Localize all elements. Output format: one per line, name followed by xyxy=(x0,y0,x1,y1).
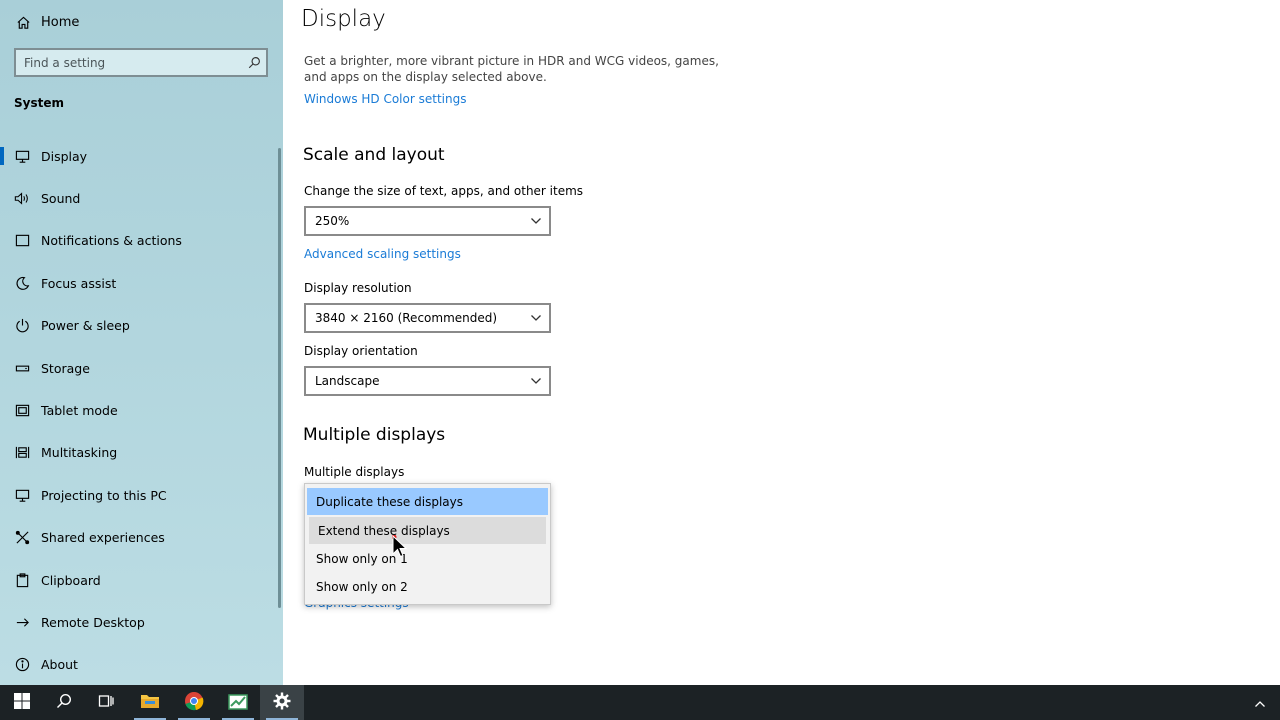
scale-dropdown[interactable]: 250% xyxy=(304,206,551,236)
sidebar-item-label: Notifications & actions xyxy=(41,232,182,248)
app-button[interactable] xyxy=(216,685,260,720)
resolution-value: 3840 × 2160 (Recommended) xyxy=(315,311,498,325)
chrome-button[interactable] xyxy=(172,685,216,720)
section-title: System xyxy=(14,96,64,110)
sidebar-item-tablet-mode[interactable]: Tablet mode xyxy=(0,392,278,428)
sidebar-item-label: About xyxy=(41,656,78,672)
sidebar-item-display[interactable]: Display xyxy=(0,138,278,174)
scale-label: Change the size of text, apps, and other… xyxy=(304,184,584,198)
start-icon xyxy=(14,692,30,713)
home-label: Home xyxy=(41,14,80,30)
file-explorer-icon xyxy=(140,692,160,714)
home-button[interactable]: Home xyxy=(14,10,79,34)
sidebar-item-projecting[interactable]: Projecting to this PC xyxy=(0,477,278,513)
option-extend[interactable]: Extend these displays xyxy=(309,517,546,544)
sidebar-item-label: Tablet mode xyxy=(41,402,118,418)
orientation-value: Landscape xyxy=(315,374,380,388)
hd-color-settings-link[interactable]: Windows HD Color settings xyxy=(304,92,466,106)
mouse-cursor-icon xyxy=(391,534,408,563)
moon-icon xyxy=(12,276,32,291)
sidebar-item-notifications[interactable]: Notifications & actions xyxy=(0,222,278,258)
sidebar-item-power-sleep[interactable]: Power & sleep xyxy=(0,307,278,343)
option-show-only-2[interactable]: Show only on 2 xyxy=(307,573,548,600)
settings-sidebar: Home System Display Sound Notifications … xyxy=(0,0,283,685)
shared-icon xyxy=(12,530,32,545)
sidebar-item-label: Clipboard xyxy=(41,572,101,588)
sidebar-item-label: Remote Desktop xyxy=(41,614,145,630)
advanced-scaling-link[interactable]: Advanced scaling settings xyxy=(304,247,461,261)
tablet-icon xyxy=(12,403,32,418)
sidebar-item-label: Multitasking xyxy=(41,444,118,460)
sidebar-item-multitasking[interactable]: Multitasking xyxy=(0,434,278,470)
taskbar xyxy=(0,685,1280,720)
taskbar-search-button[interactable] xyxy=(42,685,86,720)
chrome-icon xyxy=(184,691,204,715)
orientation-dropdown[interactable]: Landscape xyxy=(304,366,551,396)
chevron-down-icon xyxy=(530,215,542,230)
file-explorer-button[interactable] xyxy=(128,685,172,720)
option-duplicate[interactable]: Duplicate these displays xyxy=(307,488,548,515)
sidebar-item-focus-assist[interactable]: Focus assist xyxy=(0,265,278,301)
multiple-displays-heading: Multiple displays xyxy=(303,425,446,445)
option-show-only-1[interactable]: Show only on 1 xyxy=(307,545,548,572)
power-icon xyxy=(12,318,32,333)
search-icon[interactable] xyxy=(242,56,266,69)
resolution-dropdown[interactable]: 3840 × 2160 (Recommended) xyxy=(304,303,551,333)
storage-icon xyxy=(12,361,32,376)
settings-icon xyxy=(273,692,291,714)
page-title: Display xyxy=(301,6,386,32)
sidebar-item-label: Storage xyxy=(41,360,90,376)
sidebar-item-storage[interactable]: Storage xyxy=(0,350,278,386)
sidebar-item-label: Power & sleep xyxy=(41,317,130,333)
clipboard-icon xyxy=(12,572,32,588)
sidebar-item-label: Sound xyxy=(41,190,81,206)
task-view-button[interactable] xyxy=(84,685,128,720)
multiple-displays-dropdown-list[interactable]: Duplicate these displays Extend these di… xyxy=(304,483,551,605)
show-hidden-icons-button[interactable] xyxy=(1254,695,1266,714)
sidebar-item-label: Display xyxy=(41,148,88,164)
settings-taskbar-button[interactable] xyxy=(260,685,304,720)
task-view-icon xyxy=(98,693,114,713)
hdr-description: Get a brighter, more vibrant picture in … xyxy=(304,54,719,84)
remote-desktop-icon xyxy=(12,615,32,630)
chevron-down-icon xyxy=(530,375,542,390)
scale-value: 250% xyxy=(315,214,350,228)
projecting-icon xyxy=(12,488,32,503)
speaker-icon xyxy=(12,191,32,206)
orientation-label: Display orientation xyxy=(304,344,418,358)
notification-icon xyxy=(12,233,32,248)
sidebar-item-label: Focus assist xyxy=(41,275,117,291)
sidebar-item-label: Shared experiences xyxy=(41,529,165,545)
sidebar-scrollbar[interactable] xyxy=(278,148,281,608)
sidebar-item-label: Projecting to this PC xyxy=(41,487,167,503)
search-icon xyxy=(56,693,72,713)
scale-layout-heading: Scale and layout xyxy=(303,145,445,165)
display-settings-page: Display Get a brighter, more vibrant pic… xyxy=(283,0,1280,685)
sidebar-item-about[interactable]: About xyxy=(0,646,278,682)
chevron-down-icon xyxy=(530,312,542,327)
sidebar-item-remote-desktop[interactable]: Remote Desktop xyxy=(0,604,278,640)
search-input[interactable] xyxy=(16,49,242,76)
app-icon xyxy=(228,692,248,714)
home-icon xyxy=(14,15,32,30)
multiple-displays-label: Multiple displays xyxy=(304,465,405,479)
sidebar-item-sound[interactable]: Sound xyxy=(0,180,278,216)
monitor-icon xyxy=(12,149,32,164)
sidebar-item-shared-experiences[interactable]: Shared experiences xyxy=(0,519,278,555)
start-button[interactable] xyxy=(0,685,44,720)
chevron-up-icon xyxy=(1254,695,1266,714)
search-box[interactable] xyxy=(14,48,268,77)
sidebar-item-clipboard[interactable]: Clipboard xyxy=(0,562,278,598)
resolution-label: Display resolution xyxy=(304,281,412,295)
info-icon xyxy=(12,657,32,672)
multitasking-icon xyxy=(12,445,32,460)
